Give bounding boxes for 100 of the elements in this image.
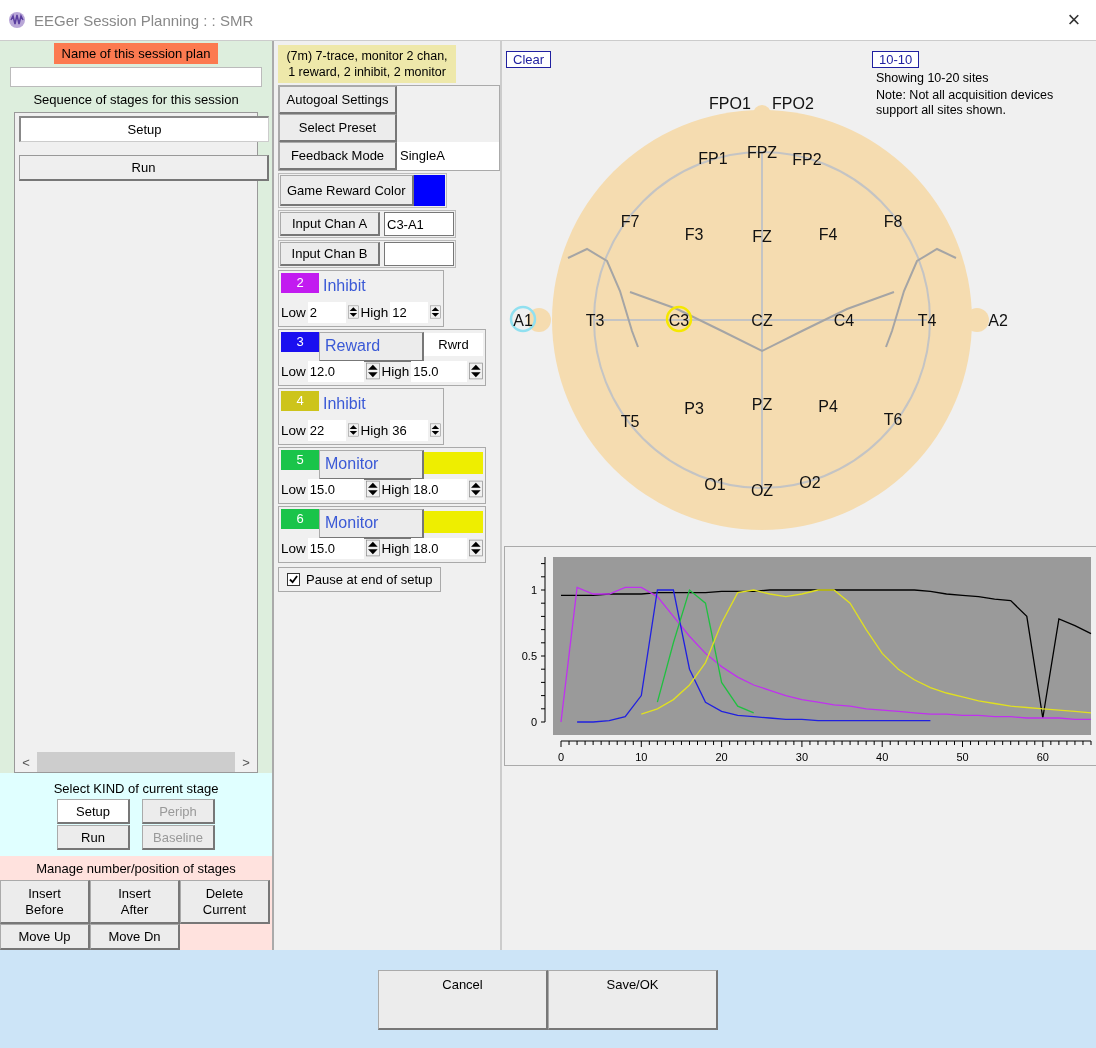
high-field[interactable]: 15.0 (411, 360, 468, 382)
input-chan-field[interactable]: C3-A1 (384, 212, 454, 236)
dialog-button[interactable]: Cancel (378, 970, 548, 1030)
high-label: High (360, 304, 389, 320)
sequence-label: Sequence of stages for this session (32, 92, 240, 107)
band-type-label: Inhibit (323, 276, 366, 295)
band-number: 6 (281, 509, 319, 529)
preset-description: (7m) 7-trace, monitor 2 chan, 1 reward, 2 inhibit, 2 monitor (278, 45, 456, 83)
reward-color-swatch[interactable] (413, 175, 445, 206)
x-tick-label: 10 (635, 751, 648, 762)
band-number: 5 (281, 450, 319, 470)
electrode-site[interactable]: C3 (668, 312, 690, 329)
scroll-left-button[interactable]: < (15, 754, 37, 770)
electrode-site[interactable]: FPO1 (709, 95, 751, 112)
game-reward-color-button[interactable]: Game Reward Color (280, 175, 414, 206)
x-tick-label: 50 (956, 751, 969, 762)
electrode-site[interactable]: FPO2 (772, 95, 814, 112)
electrode-site[interactable]: CZ (751, 312, 773, 329)
electrode-site[interactable]: PZ (751, 396, 773, 413)
band-number: 2 (281, 273, 319, 293)
electrode-site[interactable]: OZ (750, 482, 774, 499)
stage-action-button[interactable]: Insert After (90, 880, 180, 924)
electrode-site[interactable]: F8 (883, 213, 903, 230)
spin-buttons-icon[interactable] (365, 477, 380, 501)
band-color-swatch[interactable] (424, 510, 483, 533)
low-field[interactable]: 22 (307, 419, 346, 441)
electrode-site[interactable]: FZ (752, 228, 772, 245)
feedback-mode-button[interactable]: Feedback Mode (279, 142, 397, 170)
stage-kind-button[interactable]: Setup (57, 799, 130, 824)
high-field[interactable]: 12 (390, 301, 429, 323)
x-tick-label: 60 (1036, 751, 1049, 762)
low-field[interactable]: 2 (307, 301, 346, 323)
electrode-site[interactable]: P4 (818, 398, 838, 415)
electrode-site[interactable]: A1 (513, 312, 533, 329)
stage-action-button[interactable]: Insert Before (0, 880, 90, 924)
input-chan-button[interactable]: Input Chan A (280, 212, 380, 236)
low-field[interactable]: 15.0 (307, 478, 364, 500)
stage-action-button[interactable]: Move Dn (90, 924, 180, 950)
spin-buttons-icon[interactable] (469, 536, 483, 560)
band-type-button[interactable]: Monitor (319, 508, 424, 539)
low-field[interactable]: 15.0 (307, 537, 364, 559)
stage-kind-button[interactable]: Run (57, 825, 130, 850)
pause-checkbox[interactable]: Pause at end of setup (278, 567, 442, 592)
electrode-site[interactable]: T3 (585, 312, 605, 329)
x-tick-label: 0 (557, 751, 565, 762)
clear-link[interactable]: Clear (506, 51, 552, 68)
electrode-site[interactable]: T6 (883, 411, 903, 428)
spin-buttons-icon[interactable] (365, 359, 380, 383)
high-label: High (381, 363, 410, 379)
autogoal-settings-button[interactable]: Autogoal Settings (279, 86, 397, 114)
site-support-note: Note: Not all acquisition devices support all sites shown. (875, 88, 1055, 118)
y-tick-label: 0 (530, 716, 537, 728)
band-type-button[interactable]: Reward (319, 331, 424, 362)
scroll-right-button[interactable]: > (235, 754, 257, 770)
electrode-site[interactable]: C4 (833, 312, 855, 329)
high-label: High (381, 481, 410, 497)
app-icon (8, 11, 26, 29)
input-chan-button[interactable]: Input Chan B (280, 242, 380, 266)
electrode-site[interactable]: F3 (684, 226, 704, 243)
high-label: High (381, 540, 410, 556)
spin-buttons-icon[interactable] (469, 477, 483, 501)
electrode-site[interactable]: FPZ (746, 144, 778, 161)
input-chan-field[interactable] (384, 242, 454, 266)
spin-buttons-icon[interactable] (365, 536, 380, 560)
stage-action-button[interactable]: Delete Current (180, 880, 270, 924)
band-type-button[interactable]: Monitor (319, 449, 424, 480)
y-tick-label: 1 (530, 584, 537, 596)
feedback-mode-value: SingleA (397, 142, 499, 170)
electrode-site[interactable]: A2 (988, 312, 1008, 329)
low-label: Low (281, 540, 306, 556)
band-type-label: Inhibit (323, 394, 366, 413)
electrode-site[interactable]: T4 (917, 312, 937, 329)
session-name-field[interactable] (10, 67, 262, 87)
checkbox[interactable] (287, 573, 300, 586)
high-field[interactable]: 36 (390, 419, 429, 441)
stage-item[interactable]: Setup (19, 116, 269, 142)
electrode-site[interactable]: F4 (818, 226, 838, 243)
manage-stages-label: Manage number/position of stages (35, 861, 237, 876)
stage-item[interactable]: Run (19, 155, 269, 181)
band-color-swatch[interactable] (424, 451, 483, 474)
electrode-site[interactable]: O2 (799, 474, 821, 491)
band-number: 3 (281, 332, 319, 352)
spin-buttons-icon[interactable] (469, 359, 483, 383)
high-field[interactable]: 18.0 (411, 478, 468, 500)
electrode-site[interactable]: T5 (620, 413, 640, 430)
select-preset-button[interactable]: Select Preset (279, 114, 397, 142)
close-button[interactable]: × (1052, 2, 1096, 38)
dialog-button[interactable]: Save/OK (548, 970, 718, 1030)
electrode-site[interactable]: FP1 (698, 150, 728, 167)
electrode-site[interactable]: FP2 (792, 151, 822, 168)
stage-action-button[interactable]: Move Up (0, 924, 90, 950)
high-field[interactable]: 18.0 (411, 537, 468, 559)
electrode-site[interactable]: F7 (620, 213, 640, 230)
low-field[interactable]: 12.0 (307, 360, 364, 382)
band-number: 4 (281, 391, 319, 411)
electrode-site[interactable]: P3 (684, 400, 704, 417)
electrode-site[interactable]: O1 (704, 476, 726, 493)
high-label: High (360, 422, 389, 438)
site-mode-link[interactable]: 10-10 (872, 51, 920, 68)
y-tick-label: 0.5 (521, 650, 537, 662)
